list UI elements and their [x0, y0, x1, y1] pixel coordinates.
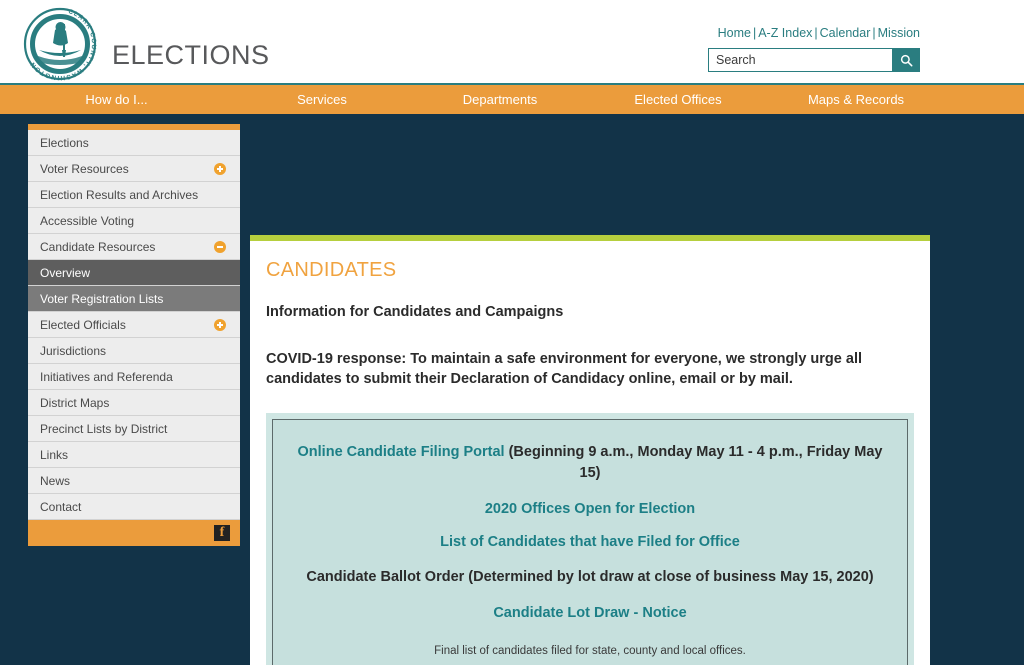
sidebar-social-bar: f [28, 520, 240, 546]
utility-separator-2: | [814, 26, 818, 40]
list-of-candidates-filed-link[interactable]: List of Candidates that have Filed for O… [293, 534, 887, 550]
search-submit-button[interactable] [892, 48, 920, 72]
sidebar-item-label: Initiatives and Referenda [40, 369, 173, 384]
content-subheading: Information for Candidates and Campaigns [266, 304, 564, 320]
utility-nav: Home | A-Z Index | Calendar | Mission [718, 26, 920, 40]
candidate-info-callout: Online Candidate Filing Portal (Beginnin… [272, 419, 908, 665]
sidebar-item-voter-registration-lists[interactable]: Voter Registration Lists [28, 286, 240, 312]
sidebar-item-district-maps[interactable]: District Maps [28, 390, 240, 416]
nav-item-services[interactable]: Services [233, 92, 411, 107]
sidebar-item-label: Voter Resources [40, 161, 129, 176]
sidebar-item-label: Links [40, 447, 69, 462]
callout-outer-frame: Online Candidate Filing Portal (Beginnin… [266, 413, 914, 665]
utility-link-calendar[interactable]: Calendar [820, 26, 871, 40]
callout-note-final-list: Final list of candidates filed for state… [434, 645, 746, 658]
sidebar-item-elected-officials[interactable]: Elected Officials [28, 312, 240, 338]
sidebar-item-label: News [40, 473, 71, 488]
main-navigation: How do I... Services Departments Elected… [0, 85, 1024, 114]
brand-title: ELECTIONS [112, 39, 270, 70]
sidebar-item-label: Election Results and Archives [40, 187, 199, 202]
expand-plus-icon[interactable] [214, 318, 226, 331]
brand-block[interactable]: CLARK COUNTY, WASHINGTON ELECTIONS [22, 6, 270, 82]
sidebar-item-precinct-lists-by-district[interactable]: Precinct Lists by District [28, 416, 240, 442]
site-header: CLARK COUNTY, WASHINGTON ELECTIONS Home |… [0, 0, 1024, 85]
sidebar-item-accessible-voting[interactable]: Accessible Voting [28, 208, 240, 234]
main-content: CANDIDATES Information for Candidates an… [250, 235, 930, 665]
online-candidate-filing-portal-link[interactable]: Online Candidate Filing Portal [298, 444, 505, 460]
sidebar-item-label: Candidate Resources [40, 239, 156, 254]
expand-plus-icon[interactable] [214, 162, 226, 175]
sidebar-item-jurisdictions[interactable]: Jurisdictions [28, 338, 240, 364]
sidebar-item-news[interactable]: News [28, 468, 240, 494]
offices-open-for-election-link[interactable]: 2020 Offices Open for Election [293, 501, 887, 517]
sidebar-item-label: Elected Officials [40, 317, 126, 332]
sidebar-navigation: Elections Voter Resources Election Results… [28, 124, 240, 546]
covid-notice: COVID-19 response: To maintain a safe en… [266, 351, 863, 387]
sidebar-item-label: Accessible Voting [40, 213, 135, 228]
collapse-minus-icon[interactable] [214, 240, 226, 253]
sidebar-item-overview[interactable]: Overview [28, 260, 240, 286]
utility-link-mission[interactable]: Mission [878, 26, 920, 40]
facebook-icon[interactable]: f [214, 525, 230, 541]
candidate-ballot-order-text: Candidate Ballot Order (Determined by lo… [306, 569, 874, 586]
search-input[interactable] [708, 48, 892, 72]
sidebar-item-candidate-resources[interactable]: Candidate Resources [28, 234, 240, 260]
page-title: CANDIDATES [266, 259, 397, 281]
nav-item-how-do-i[interactable]: How do I... [0, 92, 233, 107]
sidebar-item-label: Contact [40, 499, 82, 514]
sidebar-item-label: District Maps [40, 395, 110, 410]
sidebar-item-contact[interactable]: Contact [28, 494, 240, 520]
sidebar-item-label: Overview [40, 265, 91, 280]
sidebar-item-elections[interactable]: Elections [28, 130, 240, 156]
utility-link-az-index[interactable]: A-Z Index [758, 26, 812, 40]
nav-item-elected-offices[interactable]: Elected Offices [589, 92, 767, 107]
search-form [708, 48, 920, 72]
nav-item-maps-records[interactable]: Maps & Records [767, 92, 945, 107]
utility-separator-3: | [872, 26, 876, 40]
sidebar-item-voter-resources[interactable]: Voter Resources [28, 156, 240, 182]
search-icon [900, 54, 912, 66]
nav-item-departments[interactable]: Departments [411, 92, 589, 107]
clark-county-seal-logo[interactable]: CLARK COUNTY, WASHINGTON [22, 6, 98, 82]
utility-link-home[interactable]: Home [718, 26, 751, 40]
page-body: Elections Voter Resources Election Results… [0, 114, 1024, 665]
sidebar-item-links[interactable]: Links [28, 442, 240, 468]
candidate-lot-draw-notice-link[interactable]: Candidate Lot Draw - Notice [293, 605, 887, 621]
sidebar-item-initiatives-and-referenda[interactable]: Initiatives and Referenda [28, 364, 240, 390]
sidebar-item-label: Elections [40, 135, 89, 150]
sidebar-item-election-results-and-archives[interactable]: Election Results and Archives [28, 182, 240, 208]
portal-line: Online Candidate Filing Portal (Beginnin… [293, 442, 887, 484]
sidebar-item-label: Voter Registration Lists [40, 291, 164, 306]
sidebar-item-label: Precinct Lists by District [40, 421, 168, 436]
portal-detail-text: (Beginning 9 a.m., Monday May 11 - 4 p.m… [504, 444, 883, 482]
sidebar-item-label: Jurisdictions [40, 343, 107, 358]
